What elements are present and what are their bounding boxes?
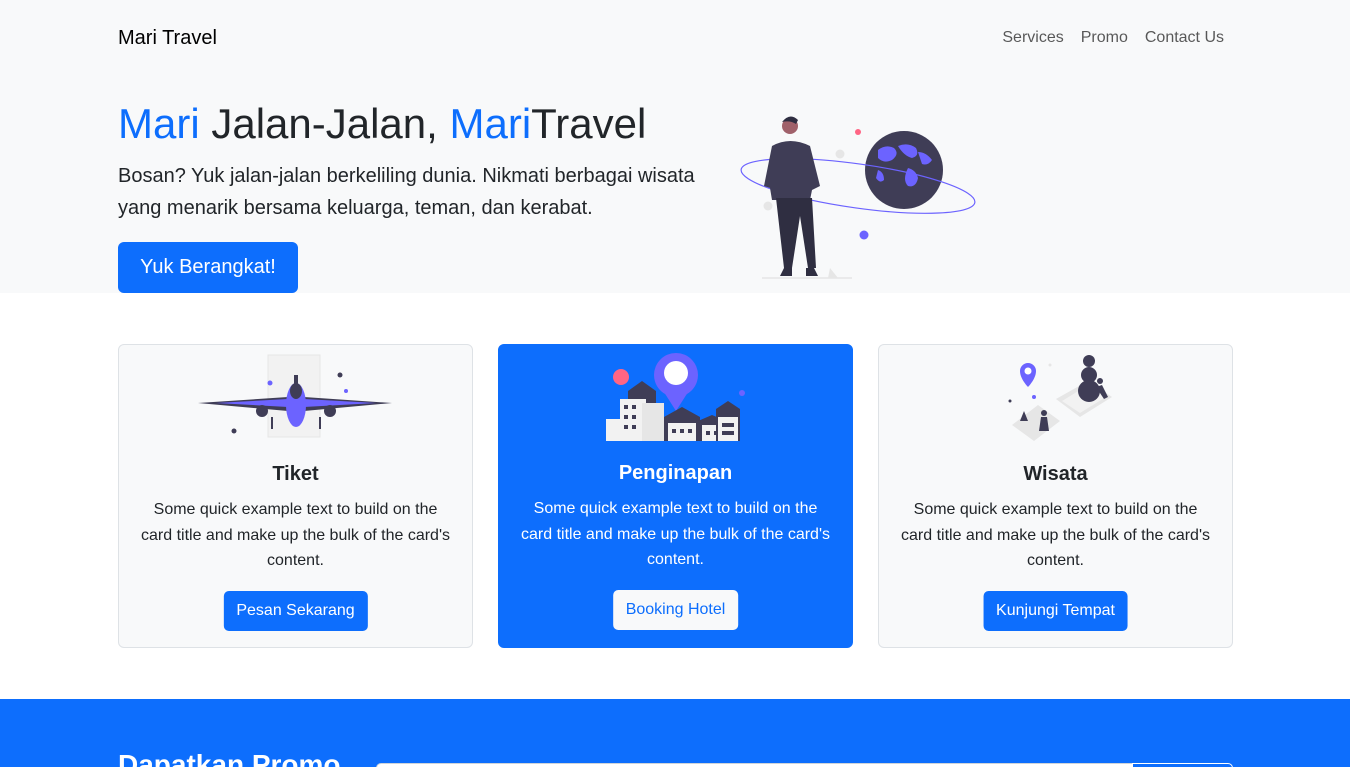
card-penginapan-title: Penginapan: [618, 462, 733, 484]
hero-title-accent-2: Mari: [449, 100, 532, 147]
hotel-illustration: [605, 353, 745, 441]
card-tiket-title: Tiket: [272, 463, 319, 485]
service-cards: Tiket Some quick example text to build o…: [118, 344, 1233, 648]
nav-link-contact[interactable]: Contact Us: [1145, 29, 1224, 47]
nav-link-promo[interactable]: Promo: [1081, 29, 1128, 47]
card-penginapan-image: [499, 351, 852, 441]
brand-logo[interactable]: Mari Travel: [118, 27, 217, 50]
hero-cta-button[interactable]: Yuk Berangkat!: [118, 242, 298, 293]
nav-links: Services Promo Contact Us: [1002, 29, 1224, 47]
hero-title-accent-1: Mari: [118, 100, 200, 147]
kunjungi-tempat-button[interactable]: Kunjungi Tempat: [983, 591, 1128, 631]
hero-section: Mari Travel Services Promo Contact Us Ma…: [0, 0, 1350, 293]
booking-hotel-button[interactable]: Booking Hotel: [612, 590, 739, 630]
card-tiket-text: Some quick example text to build on the …: [141, 501, 451, 569]
hero-title-text-2: Travel: [531, 100, 647, 147]
card-penginapan-text: Some quick example text to build on the …: [521, 500, 831, 568]
promo-section: Dapatkan Promo: [0, 699, 1350, 767]
hero-title: Mari Jalan-Jalan, MariTravel: [118, 100, 646, 148]
card-penginapan: Penginapan Some quick example text to bu…: [498, 344, 853, 648]
card-tiket: Tiket Some quick example text to build o…: [118, 344, 473, 648]
pesan-sekarang-button[interactable]: Pesan Sekarang: [223, 591, 368, 631]
promo-submit-button[interactable]: [1132, 763, 1233, 767]
hero-description: Bosan? Yuk jalan-jalan berkeliling dunia…: [118, 165, 695, 219]
card-wisata-image: [879, 351, 1232, 441]
map-pin-illustration: [1008, 355, 1112, 441]
navbar: Mari Travel Services Promo Contact Us: [118, 22, 1224, 54]
airplane-illustration: [197, 354, 392, 438]
promo-title: Dapatkan Promo: [118, 749, 341, 767]
nav-link-services[interactable]: Services: [1002, 29, 1063, 47]
card-wisata-text: Some quick example text to build on the …: [901, 501, 1211, 569]
card-tiket-image: [119, 351, 472, 441]
promo-email-input[interactable]: [376, 763, 1134, 767]
traveler-globe-illustration: [740, 116, 976, 279]
hero-title-text-1: Jalan-Jalan,: [199, 100, 450, 147]
card-wisata-title: Wisata: [1023, 463, 1088, 485]
card-wisata: Wisata Some quick example text to build …: [878, 344, 1233, 648]
